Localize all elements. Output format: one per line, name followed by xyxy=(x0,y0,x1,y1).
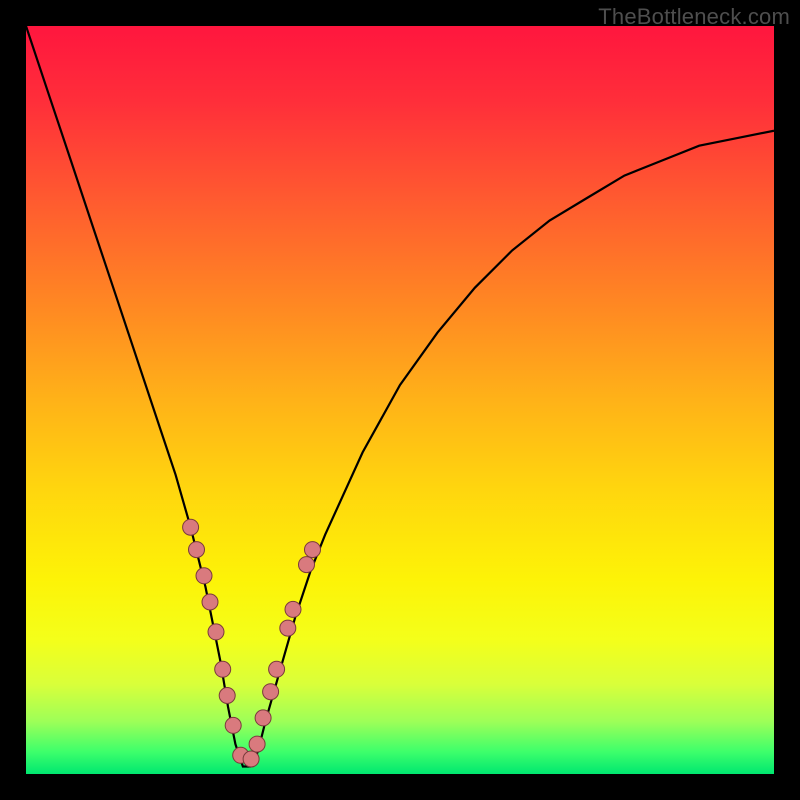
marker-point xyxy=(249,736,265,752)
marker-point xyxy=(269,661,285,677)
marker-point xyxy=(219,688,235,704)
curve-path xyxy=(26,26,774,767)
marker-point xyxy=(225,717,241,733)
marker-point xyxy=(243,751,259,767)
curve-svg xyxy=(26,26,774,774)
marker-point xyxy=(208,624,224,640)
marker-point xyxy=(215,661,231,677)
highlighted-points xyxy=(183,519,321,767)
watermark-text: TheBottleneck.com xyxy=(598,4,790,30)
marker-point xyxy=(305,542,321,558)
marker-point xyxy=(196,568,212,584)
outer-frame: TheBottleneck.com xyxy=(0,0,800,800)
marker-point xyxy=(280,620,296,636)
marker-point xyxy=(189,542,205,558)
marker-point xyxy=(299,557,315,573)
marker-point xyxy=(202,594,218,610)
marker-point xyxy=(183,519,199,535)
bottleneck-curve xyxy=(26,26,774,767)
marker-point xyxy=(255,710,271,726)
marker-point xyxy=(263,684,279,700)
marker-point xyxy=(285,601,301,617)
plot-area xyxy=(26,26,774,774)
